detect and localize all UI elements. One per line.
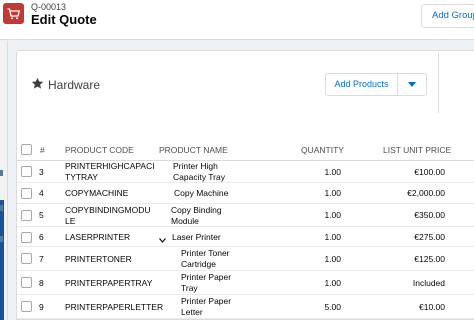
quantity-field[interactable]: 5.00 [297, 302, 341, 313]
product-name: Printer Paper Letter [181, 296, 232, 317]
column-header-number: # [40, 145, 45, 155]
group-title: Hardware [48, 78, 101, 92]
product-name: Printer Toner Cartridge [181, 248, 230, 269]
quantity-field[interactable]: 1.00 [297, 254, 341, 265]
product-name: Printer Paper Tray [181, 272, 232, 293]
row-number: 8 [39, 278, 44, 288]
column-header-product-code[interactable]: PRODUCT CODE [65, 145, 134, 155]
rail-marker [0, 205, 3, 211]
product-code: PRINTERPAPERTRAY [65, 278, 153, 288]
row-checkbox[interactable] [21, 301, 32, 312]
group-header: Hardware Add Products [17, 51, 474, 124]
list-unit-price: €10.00 [419, 302, 445, 312]
row-checkbox[interactable] [21, 253, 32, 264]
table-row[interactable]: 3 PRINTERHIGHCAPACI TYTRAY Printer High … [17, 161, 474, 183]
column-header-quantity[interactable]: QUANTITY [301, 145, 344, 155]
row-number: 7 [39, 254, 44, 264]
table-row[interactable]: 5 COPYBINDINGMODU LE Copy Binding Module… [17, 204, 474, 227]
cart-icon [3, 3, 24, 24]
rail-marker [0, 236, 3, 242]
row-number: 3 [39, 167, 44, 177]
list-unit-price: €100.00 [414, 167, 445, 177]
table-row[interactable]: 4 COPYMACHINE Copy Machine 1.00 €2,000.0… [17, 183, 474, 204]
product-name: Printer High Capacity Tray [173, 161, 225, 182]
quantity-field[interactable]: 1.00 [297, 232, 341, 243]
column-header-product-name[interactable]: PRODUCT NAME [159, 145, 228, 155]
product-name: Copy Binding Module [171, 205, 222, 226]
divider [438, 53, 439, 113]
quote-number: Q-00013 [31, 2, 67, 12]
select-all-checkbox[interactable] [21, 144, 32, 155]
quote-line-group-card: Hardware Add Products # PRODUCT CODE PRO… [16, 50, 474, 320]
row-number: 4 [39, 188, 44, 198]
list-unit-price: €125.00 [414, 254, 445, 264]
product-code: PRINTERPAPERLETTER [65, 302, 164, 312]
row-checkbox[interactable] [21, 188, 32, 199]
product-code: COPYBINDINGMODU LE [65, 205, 151, 226]
product-code: COPYMACHINE [65, 188, 129, 198]
quantity-field[interactable]: 1.00 [297, 167, 341, 178]
page-header: Q-00013 Edit Quote Add Group [0, 0, 474, 40]
table-row[interactable]: 8 PRINTERPAPERTRAY Printer Paper Tray 1.… [17, 271, 474, 295]
quantity-field[interactable]: 1.00 [297, 210, 341, 221]
row-number: 5 [39, 210, 44, 220]
star-icon [31, 77, 44, 93]
table-row[interactable]: 6 LASERPRINTER Laser Printer 1.00 €275.0… [17, 227, 474, 247]
list-unit-price: €2,000.00 [407, 188, 445, 198]
quantity-field[interactable]: 1.00 [297, 278, 341, 289]
add-products-button[interactable]: Add Products [326, 74, 398, 95]
column-header-list-unit-price[interactable]: LIST UNIT PRICE [383, 145, 451, 155]
list-unit-price: €275.00 [414, 232, 445, 242]
list-unit-price: Included [412, 278, 445, 288]
list-unit-price: €350.00 [414, 210, 445, 220]
add-group-button[interactable]: Add Group [421, 4, 474, 28]
row-number: 6 [39, 232, 44, 242]
row-checkbox[interactable] [21, 232, 32, 243]
row-number: 9 [39, 302, 44, 312]
add-products-dropdown[interactable] [398, 74, 426, 95]
table-header: # PRODUCT CODE PRODUCT NAME QUANTITY LIS… [17, 139, 474, 161]
row-checkbox[interactable] [21, 210, 32, 221]
page-title: Edit Quote [31, 12, 97, 27]
product-code: PRINTERTONER [65, 254, 132, 264]
expand-bundle-icon[interactable] [159, 235, 166, 246]
rail-marker [0, 170, 3, 176]
row-checkbox[interactable] [21, 277, 32, 288]
add-products-split-button: Add Products [325, 73, 427, 96]
quantity-field[interactable]: 1.00 [297, 188, 341, 199]
table-row[interactable]: 7 PRINTERTONER Printer Toner Cartridge 1… [17, 247, 474, 271]
chevron-down-icon [408, 79, 416, 90]
row-checkbox[interactable] [21, 166, 32, 177]
product-code: LASERPRINTER [65, 232, 131, 242]
product-name: Copy Machine [174, 188, 229, 198]
table-row[interactable]: 9 PRINTERPAPERLETTER Printer Paper Lette… [17, 295, 474, 319]
product-name: Laser Printer [172, 232, 221, 242]
product-code: PRINTERHIGHCAPACI TYTRAY [65, 161, 155, 182]
side-panel-tab[interactable] [0, 200, 4, 320]
